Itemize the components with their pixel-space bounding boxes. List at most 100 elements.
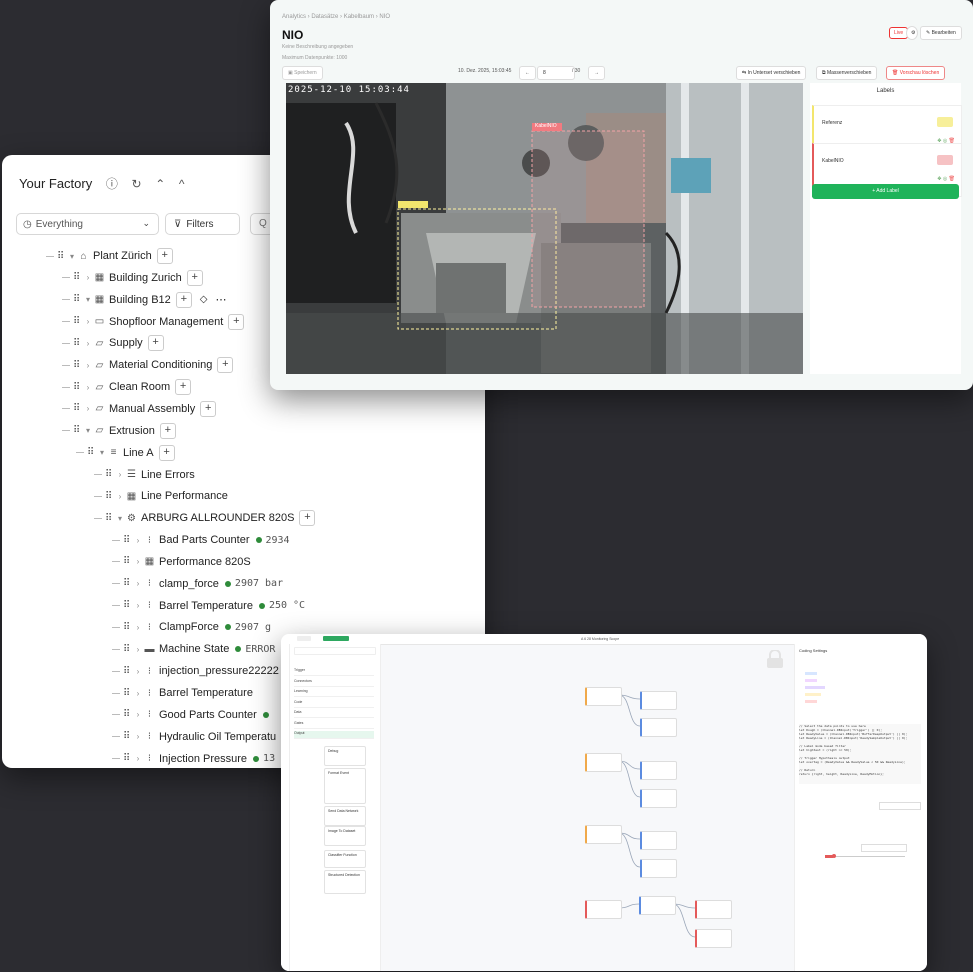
palette-search-input[interactable] <box>294 647 376 655</box>
chevron-up-icon[interactable]: ^ <box>179 177 185 191</box>
drag-handle-icon[interactable]: ⠿ <box>123 666 133 677</box>
drag-handle-icon[interactable]: ⠿ <box>123 731 133 742</box>
add-child-button[interactable]: + <box>158 444 175 461</box>
chevron-right-icon[interactable]: › <box>133 754 143 763</box>
drag-handle-icon[interactable]: ⠿ <box>123 622 133 633</box>
add-child-button[interactable]: + <box>147 335 164 352</box>
refresh-icon[interactable]: ↻ <box>132 177 142 191</box>
code-editor[interactable]: // Select the data points to use here let… <box>799 724 921 784</box>
drag-handle-icon[interactable]: ⠿ <box>123 688 133 699</box>
flow-node[interactable] <box>640 691 677 710</box>
tree-row[interactable]: ⠿ › ⁝ Good Parts Counter <box>112 706 273 724</box>
chevron-right-icon[interactable]: › <box>133 732 143 741</box>
tree-row[interactable]: ⠿ › ⁝ Barrel Temperature 250 °C <box>112 597 305 615</box>
drag-handle-icon[interactable]: ⠿ <box>105 491 115 502</box>
chevron-down-icon[interactable]: ▾ <box>115 514 125 523</box>
palette-category[interactable]: Output <box>294 731 374 739</box>
tag-chip[interactable] <box>805 686 825 689</box>
tree-row[interactable]: ⠿ › ⁝ Barrel Temperature <box>112 684 253 702</box>
palette-node-card[interactable]: Send Data Network <box>324 806 366 826</box>
tree-row[interactable]: ⠿ › ⁝ clamp_force 2907 bar <box>112 575 283 593</box>
tree-row[interactable]: ⠿ › ▱ Supply + <box>62 334 164 352</box>
page-input[interactable]: 8 <box>537 66 575 80</box>
camera-image[interactable]: 2025-12-10 15:03:44 KabelNIO <box>286 83 803 374</box>
tree-row[interactable]: ⠿ › ▦ Building Zurich + <box>62 269 203 287</box>
drag-handle-icon[interactable]: ⠿ <box>105 469 115 480</box>
chevron-down-icon[interactable]: ▾ <box>83 426 93 435</box>
chevron-right-icon[interactable]: › <box>133 689 143 698</box>
tree-row[interactable]: ⠿ › ⁝ injection_pressure22222 <box>112 662 279 680</box>
drag-handle-icon[interactable]: ⠿ <box>73 294 83 305</box>
back-button[interactable] <box>297 636 311 641</box>
flow-node[interactable] <box>695 929 732 948</box>
add-child-button[interactable]: + <box>159 422 176 439</box>
confidence-slider[interactable] <box>825 854 905 858</box>
drag-handle-icon[interactable]: ⠿ <box>105 513 115 524</box>
tag-chip[interactable] <box>805 672 817 675</box>
tree-row[interactable]: ⠿ › ⁝ Hydraulic Oil Temperatu <box>112 728 276 746</box>
drag-handle-icon[interactable]: ⠿ <box>123 709 133 720</box>
delete-button[interactable]: 🗑 Vorschau löschen <box>886 66 946 80</box>
next-button[interactable]: → <box>588 66 605 80</box>
palette-node-card[interactable]: Structured Detection <box>324 870 366 894</box>
tree-row[interactable]: ⠿ ▾ ▱ Extrusion + <box>62 422 176 440</box>
tag-icon[interactable]: ◇ <box>200 294 208 305</box>
info-icon[interactable]: ⓘ <box>106 175 118 192</box>
palette-node-card[interactable]: Classifier Function <box>324 850 366 868</box>
flow-node[interactable] <box>640 831 677 850</box>
add-child-button[interactable]: + <box>156 248 173 264</box>
flow-node[interactable] <box>585 825 622 844</box>
drag-handle-icon[interactable]: ⠿ <box>57 251 67 262</box>
tree-row[interactable]: ⠿ ▾ ▦ Building B12 + ◇ ⋯ <box>62 291 226 309</box>
drag-handle-icon[interactable]: ⠿ <box>73 382 83 393</box>
tag-chip[interactable] <box>805 679 817 682</box>
tree-row[interactable]: ⠿ › ▦ Performance 820S <box>112 553 251 571</box>
flow-node[interactable] <box>695 900 732 919</box>
scope-select[interactable]: ◷ Everything ⌄ <box>16 213 159 235</box>
drag-handle-icon[interactable]: ⠿ <box>73 425 83 436</box>
flow-node[interactable] <box>585 687 622 706</box>
chevron-right-icon[interactable]: › <box>133 645 143 654</box>
drag-handle-icon[interactable]: ⠿ <box>123 600 133 611</box>
chevron-right-icon[interactable]: › <box>133 557 143 566</box>
more-icon[interactable]: ⋯ <box>215 293 226 306</box>
tree-row[interactable]: ⠿ › ▦ Line Performance <box>94 487 228 505</box>
palette-category[interactable]: Trigger <box>294 668 374 676</box>
flow-node[interactable] <box>640 718 677 737</box>
flow-node[interactable] <box>585 753 622 772</box>
chevron-down-icon[interactable]: ▾ <box>97 448 107 457</box>
add-child-button[interactable]: + <box>228 313 245 330</box>
chevron-right-icon[interactable]: › <box>115 492 125 501</box>
palette-node-card[interactable]: Debug <box>324 746 366 766</box>
drag-handle-icon[interactable]: ⠿ <box>73 272 83 283</box>
tree-row[interactable]: ⠿ ▾ ⚙ ARBURG ALLROUNDER 820S + <box>94 509 316 527</box>
drag-handle-icon[interactable]: ⠿ <box>73 338 83 349</box>
flow-node[interactable] <box>640 789 677 808</box>
tree-row[interactable]: ⠿ › ▱ Clean Room + <box>62 378 192 396</box>
chevron-down-icon[interactable]: ▾ <box>67 252 77 261</box>
tag-chip[interactable] <box>805 693 821 696</box>
chevron-right-icon[interactable]: › <box>133 710 143 719</box>
add-child-button[interactable]: + <box>200 400 217 417</box>
chevron-right-icon[interactable]: › <box>83 317 93 326</box>
save-button[interactable]: ▣ Speichern <box>282 66 323 80</box>
prev-button[interactable]: ← <box>519 66 536 80</box>
palette-category[interactable]: Gates <box>294 721 374 729</box>
status-badge[interactable] <box>323 636 349 641</box>
add-child-button[interactable]: + <box>186 269 203 286</box>
settings-icon[interactable]: ⚙ <box>906 26 918 40</box>
chevron-right-icon[interactable]: › <box>83 339 93 348</box>
add-child-button[interactable]: + <box>175 291 192 308</box>
tree-row[interactable]: ⠿ › ▬ Machine State ERROR <box>112 640 275 658</box>
mass-move-button[interactable]: ⧉ Massenverschieben <box>816 66 878 80</box>
chevron-right-icon[interactable]: › <box>133 579 143 588</box>
flow-node[interactable] <box>639 896 676 915</box>
chevron-right-icon[interactable]: › <box>133 536 143 545</box>
drag-handle-icon[interactable]: ⠿ <box>123 644 133 655</box>
palette-node-card[interactable]: Image To Dataset <box>324 826 366 846</box>
drag-handle-icon[interactable]: ⠿ <box>123 578 133 589</box>
tree-row[interactable]: ⠿ › ☰ Line Errors <box>94 466 195 484</box>
palette-category[interactable]: Data <box>294 710 374 718</box>
collapse-all-icon[interactable]: ⌃ <box>155 177 165 191</box>
tree-row[interactable]: ⠿ › ⁝ Bad Parts Counter 2934 <box>112 531 290 549</box>
